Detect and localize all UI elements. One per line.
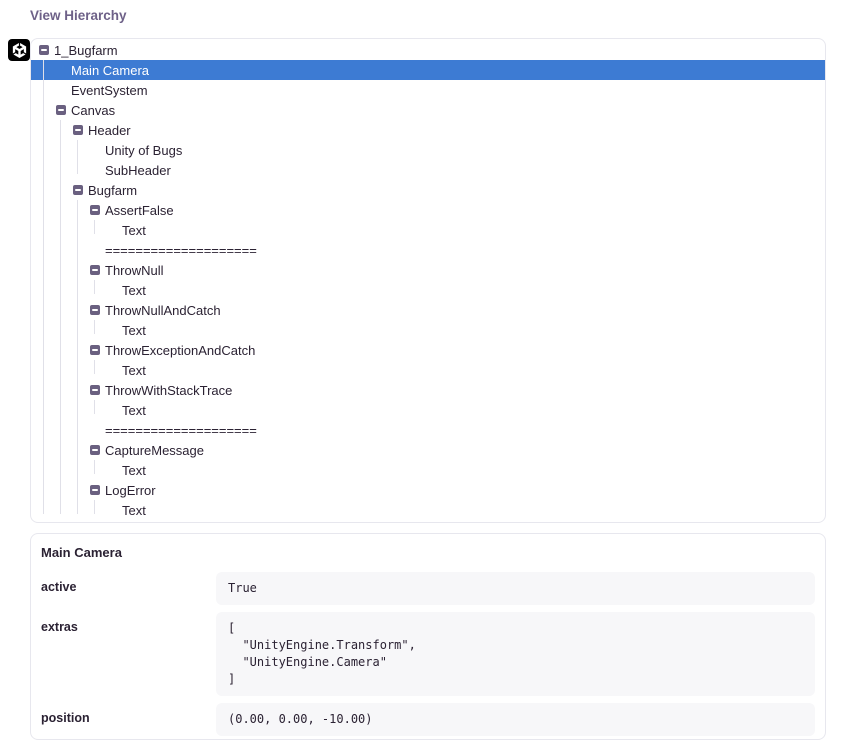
tree-node-label: ThrowNullAndCatch xyxy=(105,303,221,318)
tree-node-label: Text xyxy=(122,283,146,298)
tree-node-label: 1_Bugfarm xyxy=(54,43,118,58)
tree-node-label: CaptureMessage xyxy=(105,443,204,458)
collapse-minus-icon[interactable] xyxy=(90,385,100,395)
collapse-minus-icon[interactable] xyxy=(39,45,49,55)
tree-node-label: ThrowNull xyxy=(105,263,164,278)
tree-node-label: ==================== xyxy=(105,243,257,258)
tree-node[interactable]: 1_Bugfarm xyxy=(31,40,825,60)
tree-node[interactable]: ThrowNull xyxy=(31,260,825,280)
collapse-minus-icon[interactable] xyxy=(73,125,83,135)
detail-value: True xyxy=(216,572,815,605)
tree-node-label: EventSystem xyxy=(71,83,148,98)
unity-logo-icon xyxy=(8,39,30,61)
view-hierarchy-title: View Hierarchy xyxy=(30,8,127,23)
tree-node[interactable]: AssertFalse xyxy=(31,200,825,220)
detail-value: (0.00, 0.00, -10.00) xyxy=(216,703,815,736)
tree-node[interactable]: Text xyxy=(31,400,825,420)
collapse-minus-icon[interactable] xyxy=(90,265,100,275)
tree-node[interactable]: Text xyxy=(31,320,825,340)
tree-node-label: Canvas xyxy=(71,103,115,118)
collapse-minus-icon[interactable] xyxy=(73,185,83,195)
tree-node[interactable]: Text xyxy=(31,500,825,520)
tree-node[interactable]: Canvas xyxy=(31,100,825,120)
hierarchy-tree-panel: 1_Bugfarm Main Camera EventSystem Canvas Hea… xyxy=(30,38,826,523)
tree-node[interactable]: EventSystem xyxy=(31,80,825,100)
tree-node-label: LogError xyxy=(105,483,156,498)
tree-node[interactable]: ==================== xyxy=(31,420,825,440)
tree-node-label: Text xyxy=(122,503,146,518)
detail-row-active: activeTrue xyxy=(41,572,815,605)
tree-node-label: Unity of Bugs xyxy=(105,143,182,158)
tree-node[interactable]: Text xyxy=(31,460,825,480)
tree-node[interactable]: Text xyxy=(31,360,825,380)
tree-node-label: AssertFalse xyxy=(105,203,174,218)
tree-node-label: Bugfarm xyxy=(88,183,137,198)
tree-node-label: ThrowExceptionAndCatch xyxy=(105,343,255,358)
collapse-minus-icon[interactable] xyxy=(90,305,100,315)
tree-node[interactable]: ThrowNullAndCatch xyxy=(31,300,825,320)
detail-label: extras xyxy=(41,612,216,634)
tree-node-label: Header xyxy=(88,123,131,138)
tree-node-label: Text xyxy=(122,463,146,478)
collapse-minus-icon[interactable] xyxy=(90,205,100,215)
tree-node-selected[interactable]: Main Camera xyxy=(31,60,825,80)
tree-node[interactable]: Text xyxy=(31,220,825,240)
tree-node[interactable]: ==================== xyxy=(31,240,825,260)
tree-node[interactable]: ThrowWithStackTrace xyxy=(31,380,825,400)
detail-row-extras: extras[ "UnityEngine.Transform", "UnityE… xyxy=(41,612,815,696)
details-rows: activeTrueextras[ "UnityEngine.Transform… xyxy=(41,572,815,736)
tree-node[interactable]: CaptureMessage xyxy=(31,440,825,460)
details-title: Main Camera xyxy=(41,543,815,560)
node-details-panel: Main Camera activeTrueextras[ "UnityEngi… xyxy=(30,533,826,740)
tree-node-label: SubHeader xyxy=(105,163,171,178)
tree-node[interactable]: Unity of Bugs xyxy=(31,140,825,160)
hierarchy-tree: 1_Bugfarm Main Camera EventSystem Canvas Hea… xyxy=(31,40,825,520)
tree-node-label: Text xyxy=(122,403,146,418)
collapse-minus-icon[interactable] xyxy=(90,345,100,355)
tree-node[interactable]: ThrowExceptionAndCatch xyxy=(31,340,825,360)
tree-node[interactable]: LogError xyxy=(31,480,825,500)
tree-node-label: ThrowWithStackTrace xyxy=(105,383,232,398)
unity-logo-glyph xyxy=(12,43,27,58)
collapse-minus-icon[interactable] xyxy=(56,105,66,115)
collapse-minus-icon[interactable] xyxy=(90,485,100,495)
detail-label: position xyxy=(41,703,216,725)
tree-node[interactable]: Bugfarm xyxy=(31,180,825,200)
tree-node[interactable]: SubHeader xyxy=(31,160,825,180)
tree-node[interactable]: Header xyxy=(31,120,825,140)
collapse-minus-icon[interactable] xyxy=(90,445,100,455)
tree-node-label: Text xyxy=(122,323,146,338)
detail-value: [ "UnityEngine.Transform", "UnityEngine.… xyxy=(216,612,815,696)
tree-node-label: ==================== xyxy=(105,423,257,438)
tree-node-label: Main Camera xyxy=(71,63,149,78)
tree-node-label: Text xyxy=(122,363,146,378)
tree-node[interactable]: Text xyxy=(31,280,825,300)
detail-row-position: position(0.00, 0.00, -10.00) xyxy=(41,703,815,736)
tree-node-label: Text xyxy=(122,223,146,238)
detail-label: active xyxy=(41,572,216,594)
